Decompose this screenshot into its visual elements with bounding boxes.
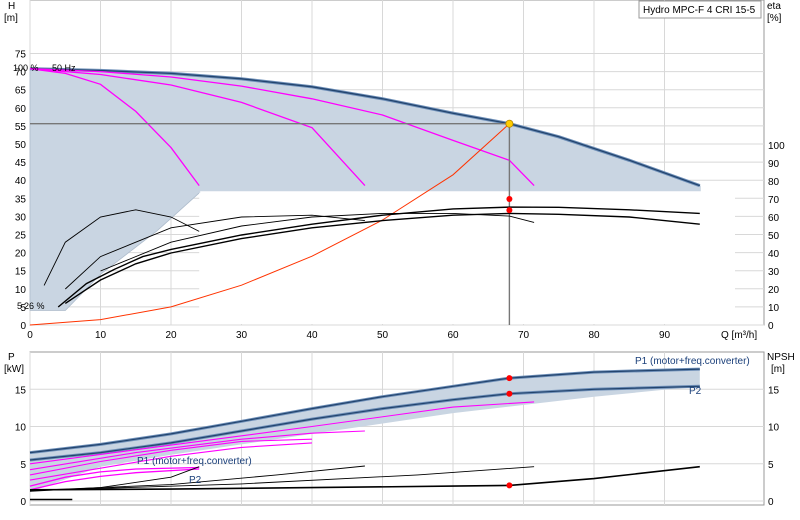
h-tick-label: 35 bbox=[15, 194, 27, 205]
eta-tick-label: 10 bbox=[768, 303, 780, 314]
power-marker-2 bbox=[506, 482, 513, 489]
q-tick-label: 40 bbox=[306, 330, 318, 341]
p1-label-full-speed: P1 (motor+freq.converter) bbox=[635, 356, 750, 367]
duty-point bbox=[505, 119, 514, 128]
power-marker-0 bbox=[506, 375, 513, 382]
p-tick-label: 10 bbox=[15, 423, 27, 434]
p2-label-min-speed: P2 bbox=[189, 475, 202, 486]
h-tick-label: 75 bbox=[15, 50, 27, 61]
q-tick-label: 20 bbox=[165, 330, 177, 341]
eta-tick-label: 90 bbox=[768, 159, 780, 170]
pump-performance-chart: 0 10 20 30 40 50 60 70 80 90051015202530354045505… bbox=[4, 0, 795, 508]
top-panel: 0 10 20 30 40 50 60 70 80 90 0 5 10 15 20 25 30 35 40 45 50 5… bbox=[4, 0, 785, 341]
frequency-label: 50 Hz bbox=[52, 63, 76, 73]
npsh-tick-label: 0 bbox=[768, 497, 774, 508]
eta-axis-unit: [%] bbox=[767, 13, 782, 24]
efficiency-marker-1 bbox=[506, 207, 513, 214]
eta-tick-label: 30 bbox=[768, 267, 780, 278]
speed-label: 100 % bbox=[13, 63, 39, 73]
eta-tick-label: 0 bbox=[768, 321, 774, 332]
h-tick-label: 65 bbox=[15, 86, 27, 97]
p-axis-label: P bbox=[8, 352, 15, 363]
eta-tick-label: 80 bbox=[768, 177, 780, 188]
q-tick-label: 80 bbox=[588, 330, 600, 341]
npsh-tick-label: 10 bbox=[768, 423, 780, 434]
q-tick-label: 60 bbox=[447, 330, 459, 341]
h-axis-label: H bbox=[8, 1, 15, 12]
h-tick-label: 20 bbox=[15, 249, 27, 260]
npsh-tick-label: 15 bbox=[768, 385, 780, 396]
q-axis-label: Q [m³/h] bbox=[721, 330, 757, 341]
eta-tick-label: 70 bbox=[768, 195, 780, 206]
h-tick-label: 10 bbox=[15, 285, 27, 296]
h-tick-label: 50 bbox=[15, 140, 27, 151]
chart-title: Hydro MPC-F 4 CRI 15-5 bbox=[643, 5, 756, 16]
p-axis-unit: [kW] bbox=[4, 364, 24, 375]
power-marker-1 bbox=[506, 390, 513, 397]
npsh-axis-label: NPSH bbox=[767, 352, 795, 363]
p-tick-label: 0 bbox=[20, 497, 26, 508]
eta-tick-label: 20 bbox=[768, 285, 780, 296]
h-axis-unit: [m] bbox=[4, 13, 18, 24]
q-tick-label: 90 bbox=[659, 330, 671, 341]
p1-label-min-speed: P1 (motor+freq.converter) bbox=[137, 456, 252, 467]
bottom-panel: 0 5 10 15 0 5 10 15 P [kW] NPSH [m] P1 (motor+f… bbox=[4, 351, 795, 508]
eta-tick-label: 40 bbox=[768, 249, 780, 260]
p-tick-label: 5 bbox=[20, 460, 26, 471]
h-tick-label: 15 bbox=[15, 267, 27, 278]
h-tick-label: 45 bbox=[15, 158, 27, 169]
q-tick-label: 50 bbox=[377, 330, 389, 341]
h-tick-label: 0 bbox=[20, 321, 26, 332]
h-tick-label: 60 bbox=[15, 104, 27, 115]
eta-tick-label: 60 bbox=[768, 213, 780, 224]
efficiency-marker-0 bbox=[506, 196, 513, 202]
p-tick-label: 15 bbox=[15, 385, 27, 396]
min-speed-label: 26 % bbox=[24, 301, 45, 311]
q-tick-label: 30 bbox=[236, 330, 248, 341]
q-tick-label: 10 bbox=[95, 330, 107, 341]
h-tick-label: 25 bbox=[15, 231, 27, 242]
p2-label-full-speed: P2 bbox=[689, 386, 702, 397]
h-tick-label: 30 bbox=[15, 212, 27, 223]
npsh-axis-unit: [m] bbox=[771, 364, 785, 375]
min-speed-prefix: 5 bbox=[17, 301, 22, 311]
h-tick-label: 55 bbox=[15, 122, 27, 133]
h-tick-label: 40 bbox=[15, 176, 27, 187]
eta-overlay-band bbox=[199, 190, 735, 324]
q-tick-label: 70 bbox=[518, 330, 530, 341]
eta-tick-label: 100 bbox=[768, 141, 785, 152]
npsh-tick-label: 5 bbox=[768, 460, 774, 471]
q-tick-label: 0 bbox=[27, 330, 33, 341]
eta-axis-label: eta bbox=[767, 1, 781, 12]
eta-tick-label: 50 bbox=[768, 231, 780, 242]
